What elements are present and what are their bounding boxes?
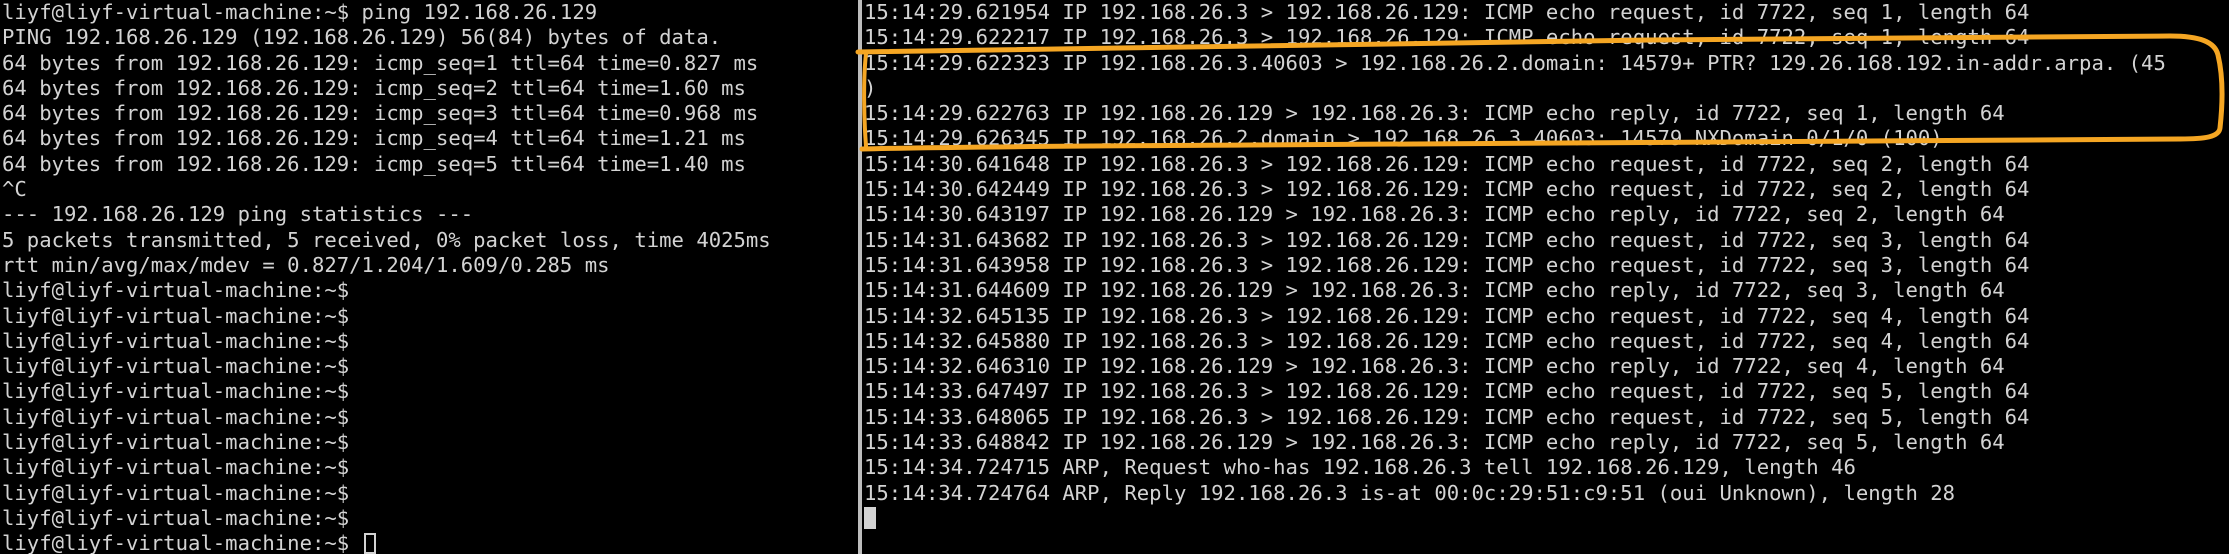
- packet-line: 15:14:34.724764 ARP, Reply 192.168.26.3 …: [864, 480, 1956, 505]
- shell-prompt: liyf@liyf-virtual-machine:~$: [2, 531, 362, 554]
- packet-line: 15:14:33.648842 IP 192.168.26.129 > 192.…: [864, 430, 2005, 455]
- terminal-line: liyf@liyf-virtual-machine:~$ ping 192.16…: [2, 0, 598, 24]
- tcpdump-output[interactable]: 15:14:29.621954 IP 192.168.26.3 > 192.16…: [862, 0, 2229, 531]
- terminal-input-line[interactable]: liyf@liyf-virtual-machine:~$: [2, 531, 858, 554]
- packet-line: 15:14:31.644609 IP 192.168.26.129 > 192.…: [864, 278, 2005, 303]
- terminal-line: liyf@liyf-virtual-machine:~$: [2, 379, 350, 404]
- packet-line: 15:14:29.622763 IP 192.168.26.129 > 192.…: [864, 101, 2005, 126]
- packet-line: 15:14:31.643958 IP 192.168.26.3 > 192.16…: [864, 252, 2030, 277]
- left-terminal-pane[interactable]: liyf@liyf-virtual-machine:~$ ping 192.16…: [0, 0, 858, 554]
- terminal-line: liyf@liyf-virtual-machine:~$: [2, 328, 350, 353]
- terminal-cursor-icon: [864, 506, 876, 529]
- terminal-cursor-line[interactable]: [864, 506, 2229, 531]
- terminal-line: liyf@liyf-virtual-machine:~$: [2, 480, 350, 505]
- terminal-line: 64 bytes from 192.168.26.129: icmp_seq=1…: [2, 50, 759, 75]
- packet-line: ): [864, 75, 877, 100]
- terminal-line: 64 bytes from 192.168.26.129: icmp_seq=4…: [2, 126, 746, 151]
- right-terminal-pane[interactable]: 15:14:29.621954 IP 192.168.26.3 > 192.16…: [862, 0, 2229, 554]
- left-terminal-output[interactable]: liyf@liyf-virtual-machine:~$ ping 192.16…: [0, 0, 858, 554]
- terminal-line: liyf@liyf-virtual-machine:~$: [2, 430, 350, 455]
- terminal-cursor-icon: [363, 533, 376, 554]
- terminal-line: 64 bytes from 192.168.26.129: icmp_seq=5…: [2, 151, 746, 176]
- packet-line: 15:14:30.642449 IP 192.168.26.3 > 192.16…: [864, 177, 2030, 202]
- terminal-line: liyf@liyf-virtual-machine:~$: [2, 404, 350, 429]
- terminal-line: liyf@liyf-virtual-machine:~$: [2, 354, 350, 379]
- terminal-line: liyf@liyf-virtual-machine:~$: [2, 455, 350, 480]
- packet-line: 15:14:29.626345 IP 192.168.26.2.domain >…: [864, 126, 1943, 151]
- packet-line: 15:14:32.645135 IP 192.168.26.3 > 192.16…: [864, 303, 2030, 328]
- terminal-line: liyf@liyf-virtual-machine:~$: [2, 278, 350, 303]
- terminal-line: 64 bytes from 192.168.26.129: icmp_seq=3…: [2, 101, 759, 126]
- packet-line: 15:14:32.646310 IP 192.168.26.129 > 192.…: [864, 354, 2005, 379]
- packet-line: 15:14:32.645880 IP 192.168.26.3 > 192.16…: [864, 328, 2030, 353]
- packet-line: 15:14:29.622323 IP 192.168.26.3.40603 > …: [864, 50, 2166, 75]
- terminal-line: 64 bytes from 192.168.26.129: icmp_seq=2…: [2, 75, 746, 100]
- packet-line: 15:14:29.622217 IP 192.168.26.3 > 192.16…: [864, 25, 2030, 50]
- packet-line: 15:14:33.647497 IP 192.168.26.3 > 192.16…: [864, 379, 2030, 404]
- packet-line: 15:14:34.724715 ARP, Request who-has 192…: [864, 455, 1856, 480]
- packet-line: 15:14:30.643197 IP 192.168.26.129 > 192.…: [864, 202, 2005, 227]
- terminal-line: liyf@liyf-virtual-machine:~$: [2, 303, 350, 328]
- terminal-line: --- 192.168.26.129 ping statistics ---: [2, 202, 474, 227]
- terminal-line: 5 packets transmitted, 5 received, 0% pa…: [2, 227, 771, 252]
- terminal-line: liyf@liyf-virtual-machine:~$: [2, 505, 350, 530]
- packet-line: 15:14:30.641648 IP 192.168.26.3 > 192.16…: [864, 151, 2030, 176]
- packet-line: 15:14:31.643682 IP 192.168.26.3 > 192.16…: [864, 227, 2030, 252]
- packet-line: 15:14:33.648065 IP 192.168.26.3 > 192.16…: [864, 404, 2030, 429]
- terminal-line: rtt min/avg/max/mdev = 0.827/1.204/1.609…: [2, 252, 610, 277]
- terminal-line: PING 192.168.26.129 (192.168.26.129) 56(…: [2, 25, 722, 50]
- terminal-line: ^C: [2, 177, 27, 202]
- packet-line: 15:14:29.621954 IP 192.168.26.3 > 192.16…: [864, 0, 2030, 24]
